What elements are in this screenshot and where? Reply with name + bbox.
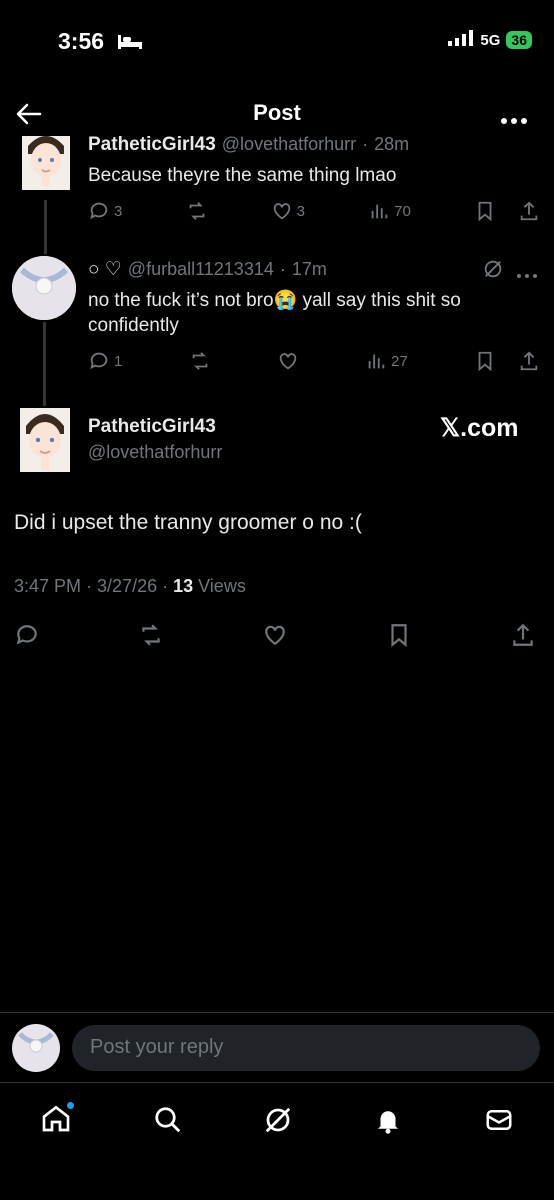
like-button[interactable]: 3 — [271, 200, 305, 222]
views-button[interactable]: 70 — [368, 200, 411, 222]
views-label: Views — [198, 576, 246, 596]
share-icon[interactable] — [518, 350, 540, 372]
post-timestamp: 3:47 PM · 3/27/26 · — [14, 576, 169, 596]
post-meta: 3:47 PM · 3/27/26 · 13 Views — [14, 576, 246, 597]
repost-button[interactable] — [186, 200, 208, 222]
author-name-symbols[interactable]: ○ ♡ — [88, 258, 122, 281]
thread-line — [43, 322, 46, 406]
like-button[interactable] — [277, 350, 299, 372]
grok-icon[interactable] — [482, 258, 504, 285]
post-actions — [14, 622, 536, 648]
repost-icon — [189, 202, 204, 220]
signal-icon — [448, 30, 474, 50]
views-button[interactable]: 27 — [365, 350, 408, 372]
home-icon[interactable] — [40, 1101, 75, 1139]
mail-icon[interactable] — [484, 1105, 514, 1135]
status-time: 3:56 — [58, 28, 105, 54]
reply-text: Because theyre the same thing lmao — [88, 165, 397, 186]
divider — [0, 1012, 554, 1013]
bookmark-icon[interactable] — [386, 622, 412, 648]
more-options-icon[interactable] — [500, 112, 528, 130]
author-handle[interactable]: @lovethatforhurr — [222, 136, 356, 155]
reply-text: no the fuck it’s not bro😭 yall say this … — [88, 290, 461, 336]
post-text: Did i upset the tranny groomer o no :( — [14, 511, 362, 534]
heart-icon — [273, 203, 290, 220]
battery-badge: 36 — [506, 31, 532, 49]
bookmark-icon[interactable] — [474, 350, 496, 372]
reply-header: PatheticGirl43 @lovethatforhurr · 28m — [88, 136, 410, 156]
bed-icon — [117, 33, 143, 56]
author-handle[interactable]: @lovethatforhurr — [88, 442, 222, 463]
page-title: Post — [253, 100, 301, 125]
status-indicators: 5G 36 — [448, 30, 532, 50]
grok-icon[interactable] — [263, 1105, 293, 1135]
reply-header: ○ ♡ @furball11213314 · 17m — [88, 258, 327, 281]
network-label: 5G — [480, 31, 501, 49]
author-name[interactable]: PatheticGirl43 — [88, 136, 216, 156]
reply-placeholder: Post your reply — [90, 1036, 224, 1058]
author-name[interactable]: PatheticGirl43 — [88, 416, 216, 438]
thread-line — [44, 200, 47, 254]
avatar[interactable] — [20, 408, 70, 472]
avatar[interactable] — [12, 256, 76, 320]
post-time: 28m — [374, 136, 410, 154]
reply-1-actions: 3 3 70 — [88, 200, 540, 222]
divider — [0, 1082, 554, 1083]
bell-icon[interactable] — [373, 1105, 403, 1135]
heart-icon — [279, 353, 297, 370]
reply-more-icon[interactable] — [516, 266, 538, 284]
bookmark-icon[interactable] — [474, 200, 496, 222]
repost-button[interactable] — [189, 350, 211, 372]
heart-icon[interactable] — [262, 622, 288, 648]
comment-icon — [90, 352, 108, 370]
reply-2-actions: 1 27 — [88, 350, 540, 372]
analytics-icon — [368, 354, 385, 369]
post-time: 17m — [291, 259, 327, 279]
analytics-icon — [371, 204, 388, 219]
comment-icon[interactable] — [14, 622, 40, 648]
avatar[interactable] — [22, 136, 70, 190]
watermark: 𝕏.com — [440, 414, 519, 442]
repost-icon — [192, 352, 207, 370]
share-icon[interactable] — [518, 200, 540, 222]
search-icon[interactable] — [153, 1105, 183, 1135]
reply-button[interactable]: 1 — [88, 350, 122, 372]
bottom-nav — [0, 1090, 554, 1150]
my-avatar[interactable] — [12, 1024, 60, 1072]
share-icon[interactable] — [510, 622, 536, 648]
views-count: 13 — [173, 576, 194, 596]
repost-icon[interactable] — [138, 622, 164, 648]
notification-dot — [67, 1101, 75, 1109]
author-handle[interactable]: @furball11213314 — [128, 259, 274, 280]
comment-icon — [90, 202, 108, 220]
reply-button[interactable]: 3 — [88, 200, 122, 222]
